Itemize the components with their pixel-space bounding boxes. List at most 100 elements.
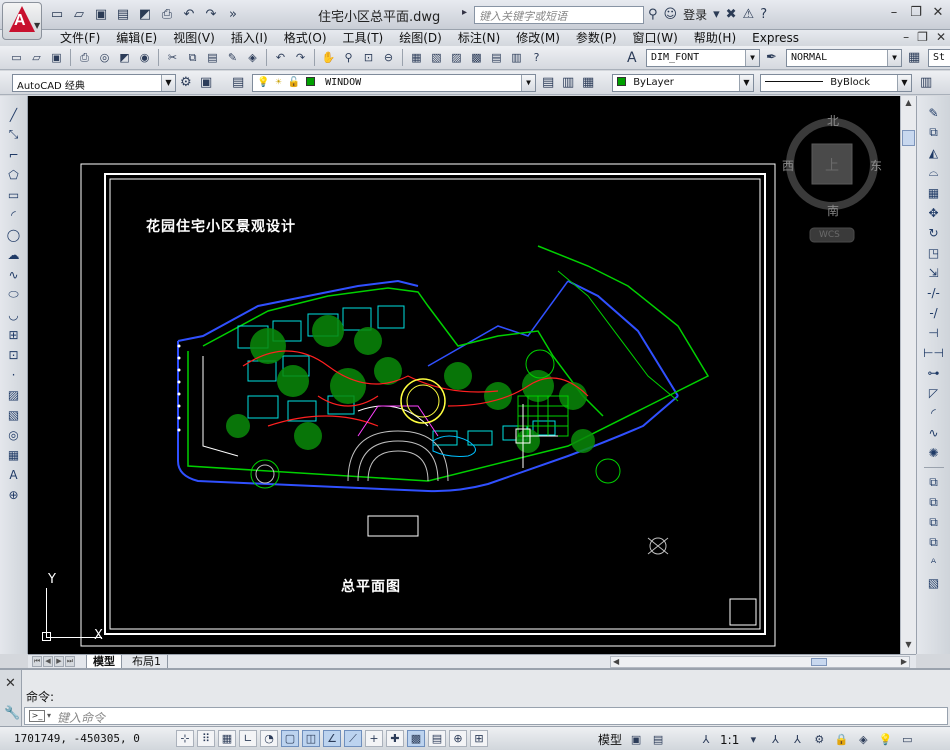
text-above-icon[interactable]: ᴬ <box>924 554 944 571</box>
construction-line-icon[interactable]: ⤡ <box>5 126 23 143</box>
viewcube-south[interactable]: 南 <box>827 202 839 219</box>
save-icon[interactable]: ▣ <box>92 5 110 23</box>
chevron-down-icon[interactable]: ▾ <box>47 711 51 720</box>
3d-dwf-icon[interactable]: ◉ <box>136 49 153 66</box>
close-icon[interactable]: ✕ <box>930 4 946 20</box>
join-icon[interactable]: ⊶ <box>924 364 944 381</box>
doc-close-icon[interactable]: ✕ <box>936 30 946 44</box>
menu-view[interactable]: 视图(V) <box>165 30 223 46</box>
polygon-icon[interactable]: ⬠ <box>5 166 23 183</box>
hatch-back-icon[interactable]: ▧ <box>924 574 944 591</box>
menu-tools[interactable]: 工具(T) <box>335 30 392 46</box>
color-select[interactable]: ByLayer ▼ <box>612 74 754 92</box>
doc-restore-icon[interactable]: ❐ <box>917 30 928 44</box>
hardware-acceleration-icon[interactable]: ◈ <box>855 732 871 748</box>
doc-minimize-icon[interactable]: – <box>903 30 909 44</box>
zoom-realtime-icon[interactable]: ⚲ <box>340 49 357 66</box>
blend-curves-icon[interactable]: ∿ <box>924 424 944 441</box>
qnew-icon[interactable]: ▭ <box>8 49 25 66</box>
menu-file[interactable]: 文件(F) <box>52 30 108 46</box>
move-icon[interactable]: ✥ <box>924 204 944 221</box>
object-snap-icon[interactable]: ▢ <box>281 730 299 747</box>
viewcube-east[interactable]: 东 <box>870 157 882 174</box>
annotation-monitor-icon[interactable]: ⊞ <box>470 730 488 747</box>
table-icon[interactable]: ▦ <box>5 446 23 463</box>
scroll-down-icon[interactable]: ▼ <box>902 640 915 652</box>
ellipse-arc-icon[interactable]: ◡ <box>5 306 23 323</box>
next-tab-icon[interactable]: ▶ <box>54 656 64 667</box>
lock-ui-icon[interactable]: 🔒 <box>833 732 849 748</box>
menu-draw[interactable]: 绘图(D) <box>391 30 450 46</box>
dynamic-input-icon[interactable]: + <box>365 730 383 747</box>
rectangle-icon[interactable]: ▭ <box>5 186 23 203</box>
grid-display-icon[interactable]: ▦ <box>218 730 236 747</box>
restore-icon[interactable]: ❐ <box>908 4 924 20</box>
selection-cycling-icon[interactable]: ⊕ <box>449 730 467 747</box>
block-editor-icon[interactable]: ◈ <box>244 49 261 66</box>
style-select-partial[interactable]: St <box>928 49 950 67</box>
help-icon[interactable]: ? <box>528 49 545 66</box>
lock-icon[interactable]: 🔓 <box>288 77 300 88</box>
layer-state-icon[interactable]: ▦ <box>582 75 594 90</box>
spline-icon[interactable]: ∿ <box>5 266 23 283</box>
new-icon[interactable]: ▭ <box>48 5 66 23</box>
lightbulb-icon[interactable]: 💡 <box>257 77 269 88</box>
chevron-down-icon[interactable]: ▼ <box>887 50 901 66</box>
customize-icon[interactable]: 🔧 <box>4 706 20 721</box>
command-input[interactable]: >_ ▾ 键入命令 <box>24 707 948 725</box>
break-at-point-icon[interactable]: ⊣ <box>924 324 944 341</box>
command-prompt-icon[interactable]: >_ <box>29 710 45 722</box>
undo-icon[interactable]: ↶ <box>180 5 198 23</box>
chevron-down-icon[interactable]: ▾ <box>745 732 761 748</box>
chevron-down-icon[interactable]: ▼ <box>745 50 759 66</box>
undo-icon[interactable]: ↶ <box>272 49 289 66</box>
layer-properties-icon[interactable]: ▤ <box>232 75 244 90</box>
polar-tracking-icon[interactable]: ◔ <box>260 730 278 747</box>
revision-cloud-icon[interactable]: ☁ <box>5 246 23 263</box>
layer-previous-icon[interactable]: ▥ <box>562 75 574 90</box>
last-tab-icon[interactable]: ⏭ <box>65 656 75 667</box>
hatch-icon[interactable]: ▨ <box>5 386 23 403</box>
horizontal-scrollbar[interactable]: ◀ ▶ <box>610 656 910 668</box>
user-icon[interactable]: ☺ <box>664 7 678 22</box>
clean-screen-icon[interactable]: ▭ <box>899 732 915 748</box>
minimize-icon[interactable]: – <box>886 4 902 20</box>
model-space-button[interactable]: 模型 <box>598 731 622 748</box>
lineweight-icon[interactable]: ▥ <box>920 75 932 90</box>
first-tab-icon[interactable]: ⏮ <box>32 656 42 667</box>
coordinates-readout[interactable]: 1701749, -450305, 0 <box>14 732 140 745</box>
horizontal-scroll-thumb[interactable] <box>811 658 827 666</box>
break-icon[interactable]: ⊢⊣ <box>923 344 944 361</box>
drawing-canvas[interactable]: 北 南 东 西 上 WCS 花园住宅小区景观设计 总平面图 Y X <box>28 96 900 654</box>
design-center-icon[interactable]: ▧ <box>428 49 445 66</box>
plot-style-select[interactable]: NORMAL ▼ <box>786 49 902 67</box>
workspace-switch-icon[interactable]: ⚙ <box>811 732 827 748</box>
print-icon[interactable]: ⎙ <box>158 5 176 23</box>
circle-icon[interactable]: ◯ <box>5 226 23 243</box>
multiline-text-icon[interactable]: A <box>5 466 23 483</box>
zoom-previous-icon[interactable]: ⊖ <box>380 49 397 66</box>
vertical-scroll-thumb[interactable] <box>902 130 915 146</box>
application-menu-button[interactable]: A ▼ <box>2 2 42 40</box>
search-arrow-icon[interactable]: ▸ <box>462 7 467 18</box>
menu-parametric[interactable]: 参数(P) <box>568 30 625 46</box>
close-command-icon[interactable]: ✕ <box>5 676 16 691</box>
rotate-icon[interactable]: ↻ <box>924 224 944 241</box>
menu-help[interactable]: 帮助(H) <box>686 30 744 46</box>
open-icon[interactable]: ▱ <box>70 5 88 23</box>
zoom-window-icon[interactable]: ⊡ <box>360 49 377 66</box>
copy-object-icon[interactable]: ⧉ <box>924 124 944 141</box>
draworder-below-icon[interactable]: ⧉ <box>924 534 944 551</box>
vertical-scrollbar[interactable]: ▲ ▼ <box>900 96 916 654</box>
open-icon[interactable]: ▱ <box>28 49 45 66</box>
transparency-icon[interactable]: ▩ <box>407 730 425 747</box>
login-button[interactable]: 登录 <box>683 6 707 23</box>
draworder-back-icon[interactable]: ⧉ <box>924 494 944 511</box>
exchange-icon[interactable]: ✖ <box>726 7 737 22</box>
quickcalc-icon[interactable]: ▥ <box>508 49 525 66</box>
redo-icon[interactable]: ↷ <box>202 5 220 23</box>
text-style-icon[interactable]: A <box>627 50 637 66</box>
polyline-icon[interactable]: ⌐ <box>5 146 23 163</box>
add-selected-icon[interactable]: ⊕ <box>5 486 23 503</box>
menu-dimension[interactable]: 标注(N) <box>450 30 508 46</box>
